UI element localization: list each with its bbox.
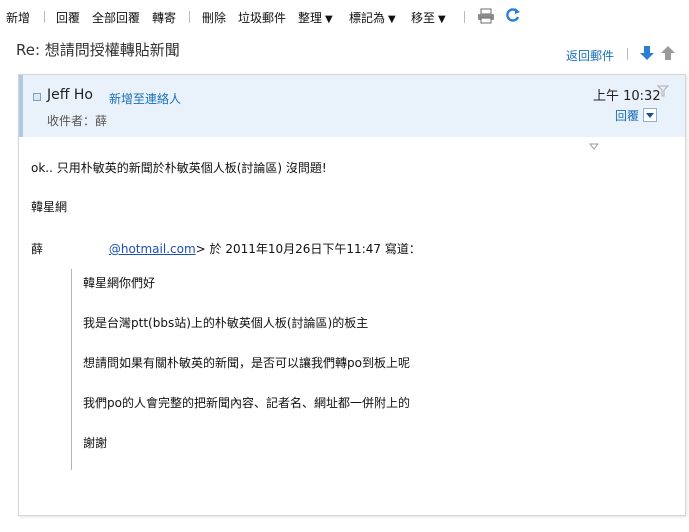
new-button[interactable]: 新增 <box>6 9 30 26</box>
reply-button[interactable]: 回覆 <box>56 9 80 26</box>
quoted-line: 我們po的人會完整的把新聞內容、記者名、網址都一併附上的 <box>83 396 410 410</box>
mark-menu[interactable]: 標記為 ▼ <box>349 9 396 26</box>
flag-icon[interactable] <box>657 85 669 97</box>
chevron-down-icon: ▼ <box>438 14 446 25</box>
reply-options-dropdown[interactable] <box>643 108 657 122</box>
nav-divider <box>627 48 628 60</box>
body-line: 韓星網 <box>31 200 68 214</box>
toolbar-divider <box>189 11 190 23</box>
sender-name[interactable]: Jeff Ho <box>47 87 93 103</box>
chevron-down-icon: ▼ <box>388 14 396 25</box>
quote-sender: 薛 <box>31 242 44 256</box>
quoted-line: 我是台灣ptt(bbs站)上的朴敏英個人板(討論區)的板主 <box>83 316 369 330</box>
quote-header: 薛 @hotmail.com> 於 2011年10月26日下午11:47 寫道： <box>31 240 421 257</box>
back-to-messages-link[interactable]: 返回郵件 <box>566 47 614 64</box>
body-line: ok.. 只用朴敏英的新聞於朴敏英個人板(討論區) 沒問題! <box>31 161 327 175</box>
quoted-line: 謝謝 <box>83 436 108 450</box>
quote-date: > 於 2011年10月26日下午11:47 寫道： <box>195 242 421 256</box>
mark-label: 標記為 <box>349 11 386 25</box>
message-header: Jeff Ho 新增至連絡人 收件者：薛 上午 10:32 回覆 <box>19 75 685 137</box>
junk-button[interactable]: 垃圾郵件 <box>238 9 286 26</box>
reply-all-button[interactable]: 全部回覆 <box>92 9 140 26</box>
move-to-menu[interactable]: 移至 ▼ <box>411 9 446 26</box>
message-pane: Jeff Ho 新增至連絡人 收件者：薛 上午 10:32 回覆 ok.. 只用… <box>18 74 686 516</box>
move-to-label: 移至 <box>411 11 436 25</box>
chevron-down-icon[interactable] <box>589 143 599 151</box>
organize-label: 整理 <box>298 11 323 25</box>
quoted-line: 想請問如果有關朴敏英的新聞，是否可以讓我們轉po到板上呢 <box>83 356 410 370</box>
refresh-icon[interactable] <box>505 7 521 24</box>
recipient-line: 收件者：薛 <box>47 114 108 128</box>
delete-button[interactable]: 刪除 <box>202 9 226 26</box>
forward-button[interactable]: 轉寄 <box>152 9 176 26</box>
reply-link[interactable]: 回覆 <box>615 107 639 124</box>
quote-email-link[interactable]: @hotmail.com <box>109 242 196 256</box>
arrow-up-icon[interactable] <box>661 45 675 61</box>
arrow-down-icon[interactable] <box>640 45 654 61</box>
message-time: 上午 10:32 <box>593 89 661 104</box>
add-to-contacts-link[interactable]: 新增至連絡人 <box>109 90 181 107</box>
organize-menu[interactable]: 整理 ▼ <box>298 9 333 26</box>
toolbar-divider <box>464 11 465 23</box>
quote-bar <box>71 269 72 470</box>
chevron-down-icon: ▼ <box>325 14 333 25</box>
toolbar: 新增 回覆 全部回覆 轉寄 刪除 垃圾郵件 整理 ▼ 標記為 ▼ 移至 ▼ <box>0 0 689 34</box>
print-icon[interactable] <box>477 8 495 24</box>
message-subject: Re: 想請問授權轉貼新聞 <box>16 41 180 59</box>
quoted-line: 韓星網你們好 <box>83 276 156 290</box>
expand-toggle[interactable] <box>33 93 41 101</box>
toolbar-divider <box>44 11 45 23</box>
